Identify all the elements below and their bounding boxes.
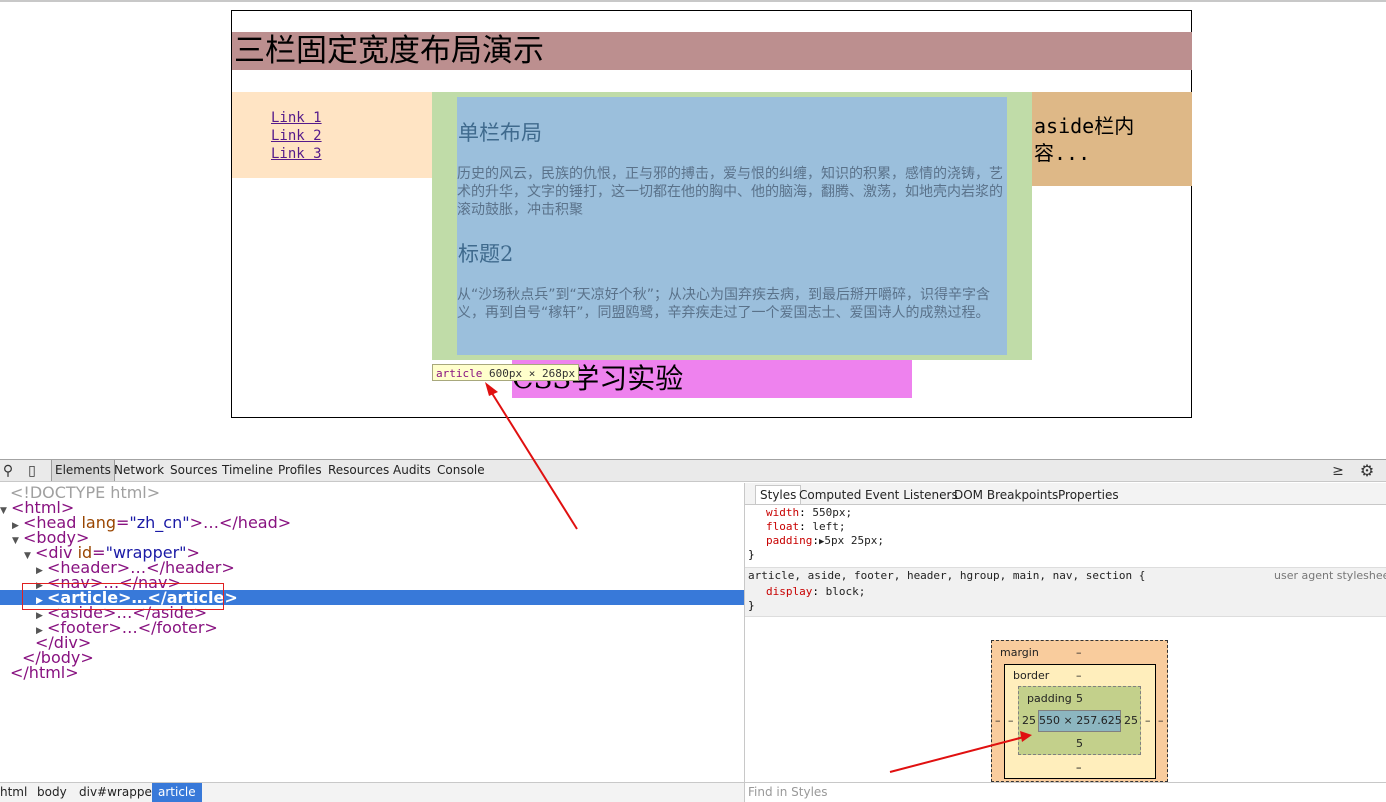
top-divider [0,0,1386,2]
padding-left-value: 25 [1022,714,1036,727]
breadcrumb-div-wrapper[interactable]: div#wrapper [79,783,157,802]
article-heading-2: 标题2 [458,242,514,266]
tree-html-close[interactable]: </html> [10,665,79,681]
border-left-value: – [1008,714,1014,727]
margin-top-value: – [1076,646,1082,659]
sidebar-tabs: Styles Computed Event Listeners DOM Brea… [745,483,1386,505]
device-mode-icon[interactable]: ▯ [24,463,40,479]
style-prop-float[interactable]: float: left; [766,520,846,534]
padding-top-value: 5 [1076,692,1083,705]
ua-close-brace: } [748,599,755,612]
rule-close-brace: } [748,548,755,561]
tooltip-tag: article [436,367,483,380]
padding-bottom-value: 5 [1076,737,1083,750]
find-in-styles-input[interactable]: Find in Styles [745,782,1386,802]
nav-link-3[interactable]: Link 3 [271,146,322,162]
devtools-toolbar: ⚲ ▯ Elements Network Sources Timeline Pr… [0,460,1386,482]
console-drawer-icon[interactable]: ≥ [1330,463,1346,479]
article-heading-1: 单栏布局 [458,121,542,145]
margin-right-value: – [1158,714,1164,727]
page-aside: aside栏内容... [1032,92,1192,186]
page-article-content: 单栏布局 历史的风云，民族的仇恨，正与邪的搏击，爱与恨的纠缠，知识的积累，感情的… [457,97,1007,355]
style-prop-padding[interactable]: padding:▶5px 25px; [766,534,884,549]
aside-text: aside栏内容... [1034,114,1135,165]
margin-left-value: – [995,714,1001,727]
border-right-value: – [1145,714,1151,727]
nav-link-1[interactable]: Link 1 [271,110,322,126]
ua-source-label: user agent stylesheet [1274,569,1386,582]
tooltip-size: 600px × 268px [488,367,576,380]
element-size-tooltip: article 600px × 268px [432,364,580,381]
expand-triangle-icon[interactable]: ▼ [12,534,23,549]
tab-computed[interactable]: Computed [799,486,861,504]
ua-prop-display: display: block; [766,585,866,598]
margin-label: margin [1000,646,1039,659]
border-top-value: – [1076,669,1082,682]
tab-console[interactable]: Console [437,460,485,481]
page-nav: Link 1 Link 2 Link 3 [232,92,432,178]
tab-styles[interactable]: Styles [755,485,802,504]
padding-right-value: 25 [1124,714,1138,727]
gear-icon[interactable]: ⚙ [1359,463,1375,479]
tab-properties[interactable]: Properties [1058,486,1119,504]
tab-event-listeners[interactable]: Event Listeners [865,486,958,504]
tab-dom-breakpoints[interactable]: DOM Breakpoints [954,486,1058,504]
header-title: 三栏固定宽度布局演示 [234,33,544,69]
tab-timeline[interactable]: Timeline [222,460,273,481]
tab-elements[interactable]: Elements [51,460,115,481]
tab-audits[interactable]: Audits [393,460,431,481]
tab-sources[interactable]: Sources [170,460,217,481]
tab-profiles[interactable]: Profiles [278,460,322,481]
page-header: 三栏固定宽度布局演示 [232,32,1192,70]
breadcrumb-html[interactable]: html [0,783,27,802]
annotation-highlight-box [22,583,224,610]
ua-selector: article, aside, footer, header, hgroup, … [748,569,1146,582]
breadcrumb-article[interactable]: article [152,783,202,802]
expand-triangle-icon[interactable]: ▼ [24,549,35,564]
tab-network[interactable]: Network [114,460,164,481]
style-prop-width[interactable]: width: 550px; [766,506,852,520]
border-bottom-value: – [1076,761,1082,774]
expand-triangle-icon[interactable]: ▼ [0,504,11,519]
box-model-content: 550 × 257.625 [1038,710,1122,732]
breadcrumb: html body div#wrapper article [0,782,744,802]
tab-resources[interactable]: Resources [328,460,389,481]
search-icon[interactable]: ⚲ [0,463,16,479]
article-paragraph-1: 历史的风云，民族的仇恨，正与邪的搏击，爱与恨的纠缠，知识的积累，感情的浇铸，艺术… [457,166,1003,218]
padding-label: padding [1027,692,1072,705]
border-label: border [1013,669,1050,682]
nav-link-2[interactable]: Link 2 [271,128,322,144]
article-paragraph-2: 从“沙场秋点兵”到“天凉好个秋”；从决心为国弃疾去病，到最后掰开嚼碎，识得辛字含… [457,287,991,321]
breadcrumb-body[interactable]: body [37,783,67,802]
pane-divider[interactable] [744,483,745,802]
